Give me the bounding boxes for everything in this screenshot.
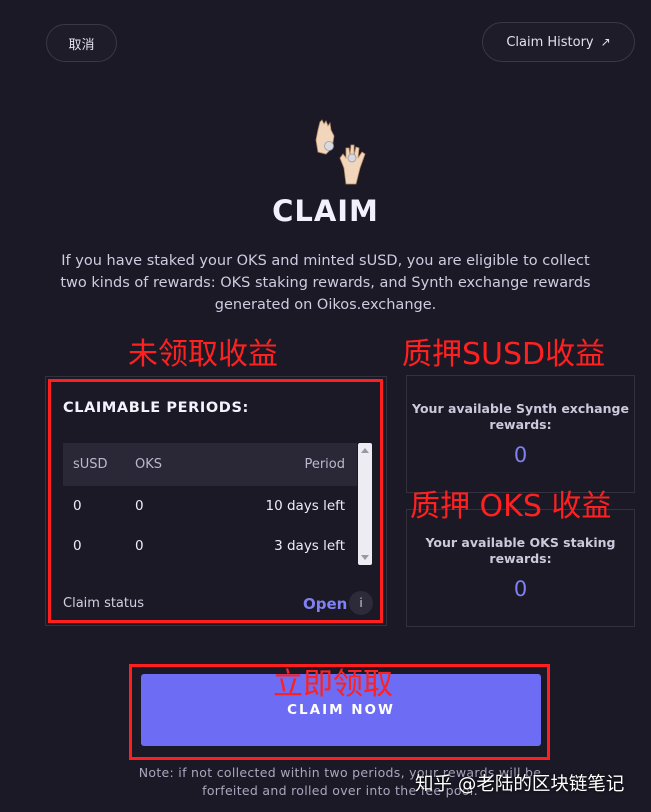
synth-rewards-card: Your available Synth exchange rewards: 0 (406, 375, 635, 493)
oks-rewards-label: Your available OKS staking rewards: (425, 535, 616, 566)
cancel-label: 取消 (68, 37, 95, 53)
external-arrow-icon: ↗ (600, 35, 611, 49)
page-title: CLAIM (272, 194, 379, 228)
hands-exchanging-coin-icon (310, 118, 372, 188)
synth-rewards-value: 0 (513, 443, 528, 467)
annotation-box-claim (129, 664, 550, 760)
page-description: If you have staked your OKS and minted s… (60, 253, 591, 313)
annotation-box-periods (48, 379, 383, 623)
oks-rewards-value: 0 (513, 577, 528, 601)
watermark: 知乎 @老陆的区块链笔记 (415, 774, 625, 795)
claim-history-button[interactable]: Claim History ↗ (482, 22, 635, 62)
annotation-oks-staking: 质押 OKS 收益 (410, 489, 612, 524)
synth-rewards-label: Your available Synth exchange rewards: (412, 401, 629, 432)
cancel-button[interactable]: 取消 (46, 24, 117, 62)
claim-history-label: Claim History (506, 34, 594, 50)
annotation-susd-staking: 质押SUSD收益 (402, 337, 606, 372)
annotation-unclaimed: 未领取收益 (128, 337, 278, 372)
oks-rewards-card: Your available OKS staking rewards: 0 (406, 509, 635, 627)
